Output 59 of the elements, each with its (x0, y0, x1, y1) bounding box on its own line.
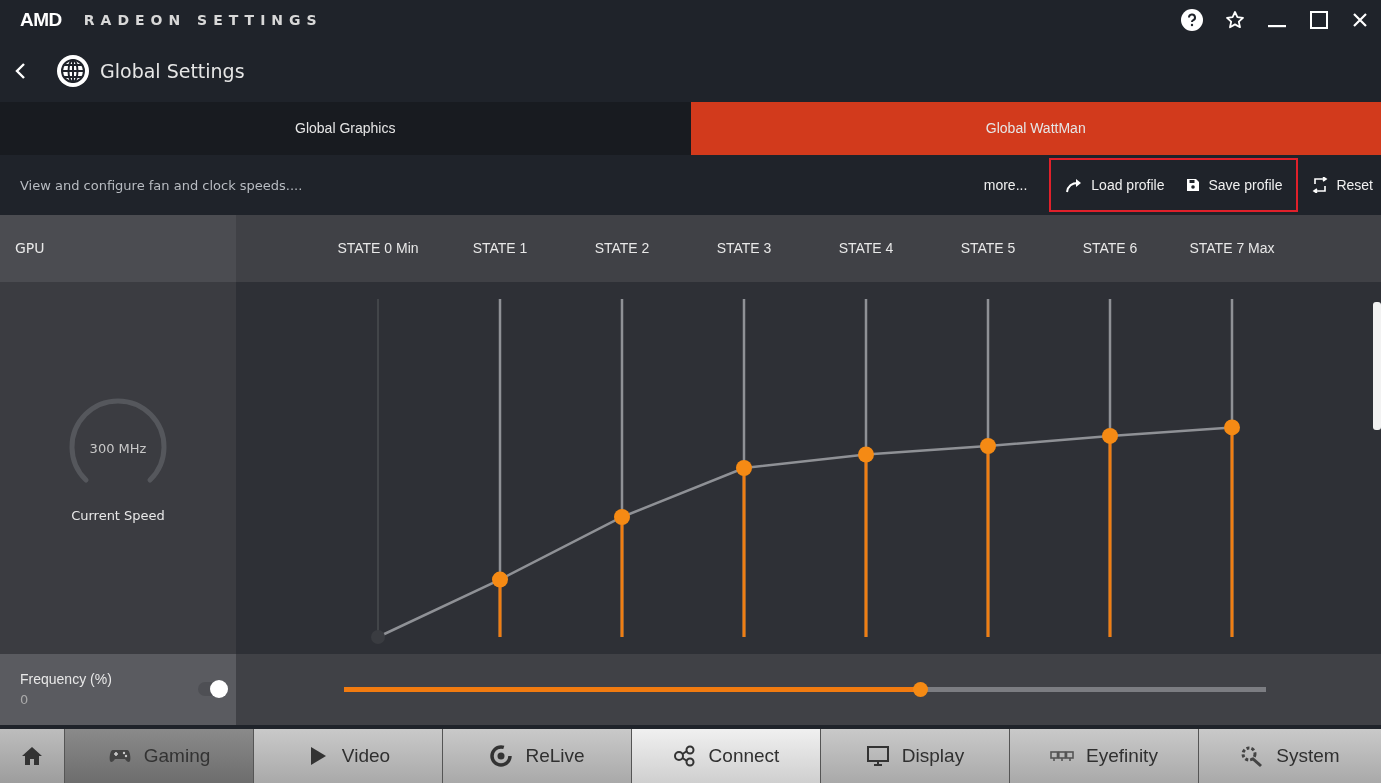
nav-tab[interactable]: Connect (632, 729, 821, 783)
wrench-gear-icon (1240, 744, 1265, 769)
state-slider[interactable] (1224, 298, 1240, 637)
speed-caption: Current Speed (71, 508, 165, 524)
state-label: STATE 5 (959, 240, 1017, 257)
save-profile-button[interactable]: Save profile (1178, 173, 1291, 198)
load-profile-button[interactable]: Load profile (1057, 173, 1173, 198)
page-title: Global Settings (100, 59, 245, 82)
record-icon (489, 744, 514, 769)
globe-icon (56, 53, 90, 88)
nav-tab[interactable]: Eyefinity (1010, 729, 1199, 783)
more-link[interactable]: more... (975, 173, 1036, 198)
reset-icon (1312, 177, 1329, 194)
slider-thumb[interactable] (736, 459, 752, 476)
nav-tab[interactable]: Video (254, 729, 443, 783)
slider-thumb[interactable] (1102, 427, 1118, 444)
slider-thumb[interactable] (492, 571, 508, 588)
nav-tab[interactable]: Display (821, 729, 1010, 783)
state-label: STATE 7 Max (1188, 240, 1276, 257)
slider-thumb[interactable] (614, 508, 630, 525)
state-slider[interactable] (736, 298, 752, 637)
state-slider[interactable] (858, 298, 874, 637)
slider-thumb[interactable] (913, 681, 929, 697)
toggle-switch[interactable] (198, 682, 226, 697)
state-label: STATE 1 (471, 240, 529, 257)
state-slider[interactable] (492, 298, 508, 637)
scrollbar-thumb[interactable] (1373, 301, 1381, 430)
brand-logo: AMD (20, 8, 62, 31)
maximize-icon[interactable] (1309, 9, 1329, 30)
frequency-value: 0 (20, 692, 30, 708)
reset-button[interactable]: Reset (1304, 173, 1381, 198)
slider-thumb[interactable] (1224, 419, 1240, 436)
state-label: STATE 4 (837, 240, 895, 257)
frequency-label: Frequency (%) (20, 671, 113, 688)
tab[interactable]: Global WattMan (690, 101, 1381, 156)
state-slider[interactable] (614, 298, 630, 637)
close-icon[interactable] (1351, 10, 1369, 29)
nav-tab[interactable] (0, 729, 65, 783)
back-icon[interactable] (14, 60, 26, 81)
state-slider[interactable] (1102, 298, 1118, 637)
state-slider[interactable] (980, 298, 996, 637)
state-label: STATE 3 (715, 240, 773, 257)
nav-tab[interactable]: System (1199, 729, 1381, 783)
nodes-icon (672, 744, 697, 769)
state-label: STATE 0 Min (336, 240, 420, 257)
slider-thumb[interactable] (858, 446, 874, 463)
state-label: STATE 6 (1081, 240, 1139, 257)
slider-thumb[interactable] (980, 437, 996, 454)
state-label: STATE 2 (593, 240, 651, 257)
state-slider[interactable] (371, 297, 385, 644)
monitor-icon (865, 744, 890, 769)
description-text: View and configure fan and clock speeds.... (20, 177, 303, 193)
window-title: RADEON SETTINGS (83, 11, 323, 28)
nav-tab[interactable]: ReLive (443, 729, 632, 783)
star-icon[interactable] (1225, 9, 1245, 30)
speed-value: 300 MHz (89, 440, 147, 456)
help-icon[interactable] (1181, 8, 1203, 31)
gpu-label: GPU (15, 240, 45, 257)
triple-monitor-icon (1050, 750, 1075, 762)
